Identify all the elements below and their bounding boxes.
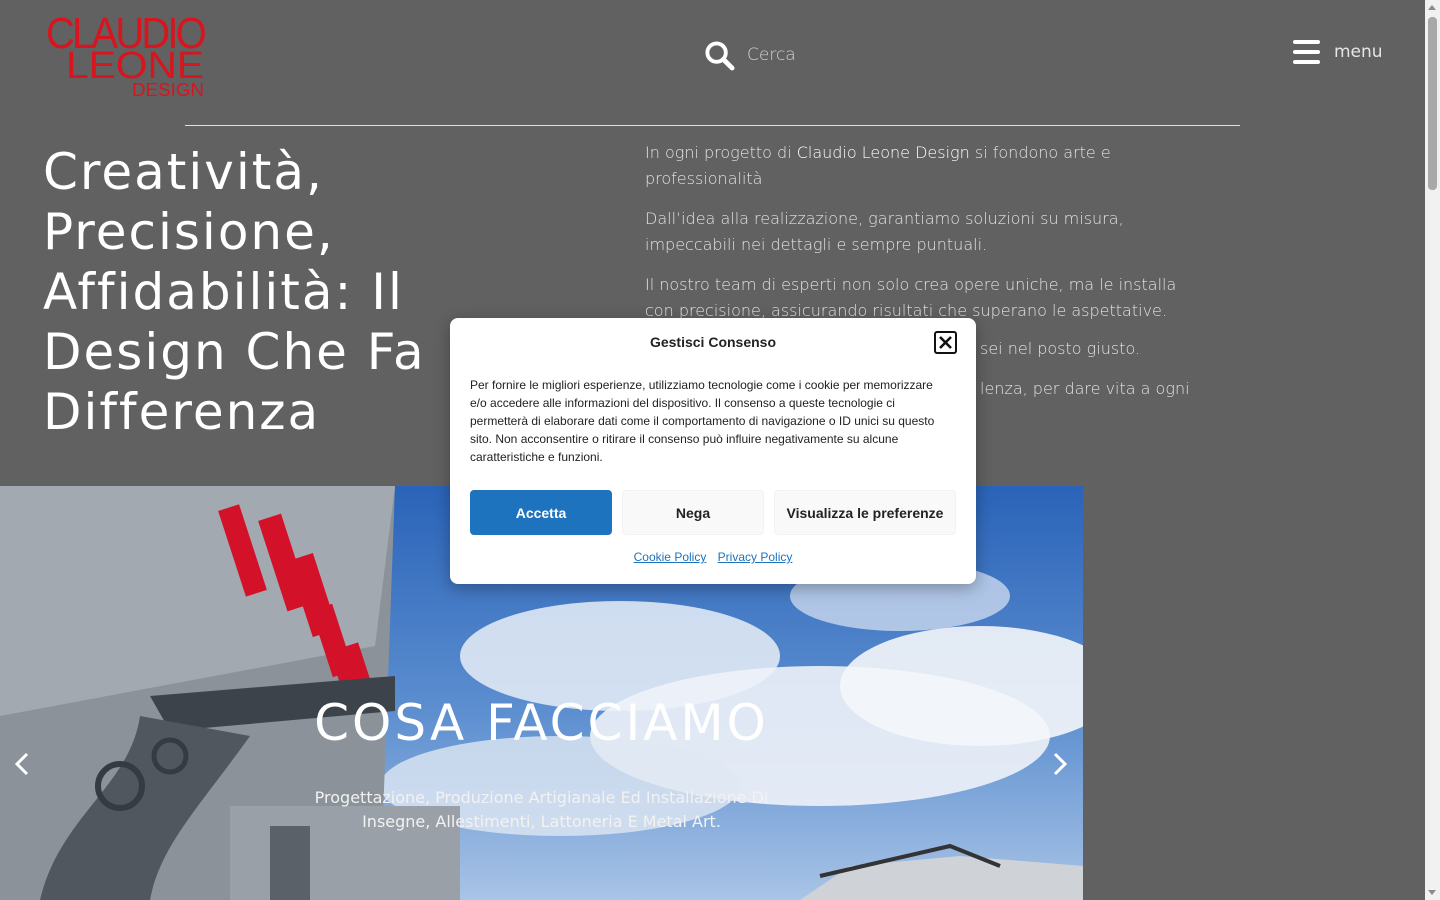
cookie-policy-link[interactable]: Cookie Policy (634, 550, 707, 564)
close-icon (939, 336, 952, 349)
scroll-up-icon[interactable] (1428, 5, 1436, 10)
slider-prev-button[interactable] (12, 750, 32, 778)
search-label: Cerca (747, 45, 796, 65)
logo-line-3: DESIGN (132, 80, 204, 98)
scroll-thumb[interactable] (1428, 17, 1437, 190)
deny-button[interactable]: Nega (622, 490, 764, 535)
page-scrollbar[interactable] (1425, 0, 1440, 900)
consent-dialog: Gestisci Consenso Per fornire le miglior… (450, 318, 976, 584)
intro-paragraph-1: In ogni progetto di Claudio Leone Design… (645, 143, 1111, 188)
slide-subtitle: Progettazione, Produzione Artigianale Ed… (314, 788, 769, 831)
search-icon (705, 40, 735, 71)
logo-mark: CLAUDIO LEONE DESIGN (46, 9, 209, 100)
slide-title: COSA FACCIAMO (314, 694, 769, 752)
chevron-right-icon (1053, 752, 1068, 776)
privacy-policy-link[interactable]: Privacy Policy (718, 550, 793, 564)
menu-label: menu (1334, 42, 1383, 62)
consent-text: Per fornire le migliori esperienze, util… (470, 378, 935, 464)
hamburger-icon (1293, 40, 1320, 64)
consent-title: Gestisci Consenso (649, 334, 777, 350)
consent-links: Cookie Policy Privacy Policy (450, 550, 976, 564)
menu-button[interactable]: menu (1293, 40, 1383, 64)
chevron-left-icon (14, 752, 29, 776)
accept-button[interactable]: Accetta (470, 490, 612, 535)
intro-paragraph-2: Dall’idea alla realizzazione, garantiamo… (645, 209, 1124, 254)
view-preferences-button[interactable]: Visualizza le preferenze (774, 490, 956, 535)
consent-close-button[interactable] (934, 331, 957, 354)
logo[interactable]: CLAUDIO LEONE DESIGN (46, 9, 209, 100)
brand-name: Claudio Leone Design (796, 143, 970, 162)
intro-paragraph-3: Il nostro team di esperti non solo crea … (645, 275, 1177, 320)
search-button[interactable]: Cerca (704, 38, 796, 72)
slider-next-button[interactable] (1050, 750, 1070, 778)
header-divider (185, 125, 1240, 126)
scroll-down-icon[interactable] (1428, 890, 1436, 895)
